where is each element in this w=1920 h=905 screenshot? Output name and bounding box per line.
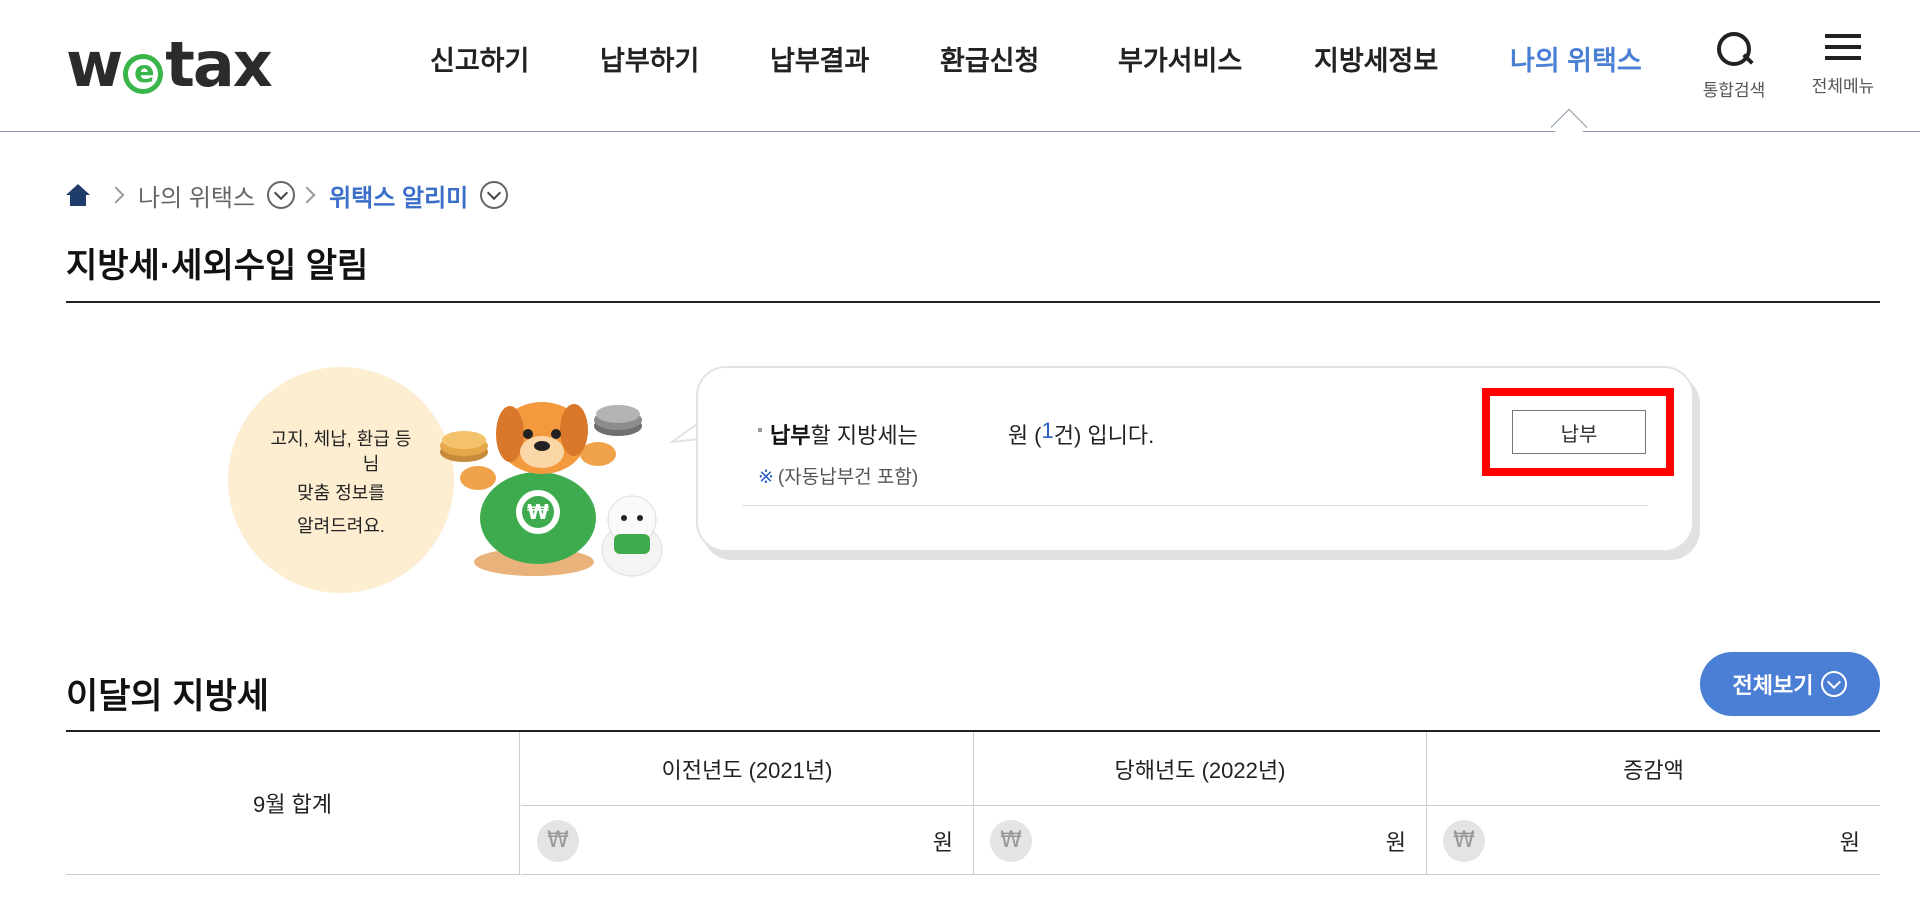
row-label: 9월 합계 bbox=[66, 732, 520, 875]
svg-text:₩: ₩ bbox=[527, 500, 549, 524]
home-icon[interactable] bbox=[66, 184, 90, 206]
info-bubble: 고지, 체납, 환급 등 님 맞춤 정보를 알려드려요. bbox=[228, 367, 454, 593]
table-cell: ₩ 원 bbox=[1427, 807, 1880, 875]
note-text: (자동납부건 포함) bbox=[777, 467, 919, 488]
auto-payment-note: ※ (자동납부건 포함) bbox=[758, 462, 918, 489]
chevron-right-icon bbox=[298, 186, 316, 204]
mascot-illustration: ₩ bbox=[440, 402, 663, 577]
bubble-line: 맞춤 정보를 bbox=[297, 483, 385, 503]
view-all-button[interactable]: 전체보기 bbox=[1700, 652, 1880, 716]
breadcrumb-label: 위택스 알리미 bbox=[329, 184, 469, 212]
page-title: 지방세·세외수입 알림 bbox=[66, 247, 369, 285]
nav-local-tax-info[interactable]: 지방세정보 bbox=[1314, 44, 1440, 78]
view-all-label: 전체보기 bbox=[1732, 673, 1814, 698]
payment-notice-line: 납부 할 지방세는 원 ( 1 건) 입니다. bbox=[758, 418, 1155, 450]
divider bbox=[66, 301, 1880, 303]
nav-refund[interactable]: 환급신청 bbox=[940, 44, 1048, 78]
chevron-down-icon bbox=[1821, 671, 1848, 697]
nav-payment[interactable]: 납부하기 bbox=[600, 44, 700, 78]
won-icon: ₩ bbox=[990, 819, 1032, 862]
nav-my-wetax[interactable]: 나의 위택스 bbox=[1510, 44, 1650, 78]
won-icon: ₩ bbox=[537, 819, 579, 862]
divider bbox=[742, 505, 1648, 506]
unit-label: 원 bbox=[1839, 829, 1860, 855]
notice-count: 1 bbox=[1041, 418, 1054, 443]
chevron-right-icon bbox=[107, 186, 125, 204]
site-header: w e tax 신고하기 납부하기 납부결과 환급신청 부가서비스 지방세정보 나의… bbox=[0, 0, 1920, 132]
notice-unit: 원 ( bbox=[1007, 423, 1042, 448]
column-header: 이전년도 (2021년) bbox=[521, 732, 974, 806]
pay-button[interactable]: 납부 bbox=[1512, 410, 1646, 454]
hamburger-icon bbox=[1825, 30, 1861, 64]
search-button[interactable]: 통합검색 bbox=[1696, 30, 1772, 101]
breadcrumb-label: 나의 위택스 bbox=[138, 184, 256, 212]
bubble-line: 알려드려요. bbox=[297, 516, 385, 536]
chevron-down-icon[interactable] bbox=[267, 181, 296, 209]
main-nav: 신고하기 납부하기 납부결과 환급신청 부가서비스 지방세정보 나의 위택스 bbox=[430, 44, 1720, 78]
search-label: 통합검색 bbox=[1702, 81, 1766, 100]
column-header: 증감액 bbox=[1427, 732, 1880, 806]
notice-tail: 건) 입니다. bbox=[1053, 423, 1155, 448]
amount-value bbox=[918, 418, 1008, 450]
won-icon: ₩ bbox=[1443, 819, 1485, 862]
unit-label: 원 bbox=[1385, 829, 1406, 855]
table-cell: ₩ 원 bbox=[974, 807, 1427, 875]
notice-bold-label: 납부 bbox=[770, 423, 811, 448]
bullet-dot bbox=[758, 428, 762, 432]
all-menu-button[interactable]: 전체메뉴 bbox=[1805, 30, 1881, 97]
breadcrumb: 나의 위택스 위택스 알리미 bbox=[66, 178, 509, 213]
chevron-down-icon[interactable] bbox=[480, 181, 509, 209]
breadcrumb-item-my-wetax[interactable]: 나의 위택스 bbox=[138, 178, 296, 213]
nav-extra-services[interactable]: 부가서비스 bbox=[1118, 44, 1244, 78]
nav-payment-result[interactable]: 납부결과 bbox=[770, 44, 870, 78]
section-title-monthly: 이달의 지방세 bbox=[66, 677, 269, 716]
search-icon bbox=[1715, 30, 1753, 68]
unit-label: 원 bbox=[932, 829, 953, 855]
nav-report[interactable]: 신고하기 bbox=[430, 44, 530, 78]
menu-label: 전체메뉴 bbox=[1811, 77, 1875, 96]
notice-text: 할 지방세는 bbox=[810, 423, 918, 448]
column-header: 당해년도 (2022년) bbox=[974, 732, 1427, 806]
table-cell: ₩ 원 bbox=[521, 807, 974, 875]
wetax-logo[interactable]: w e tax bbox=[66, 34, 273, 96]
breadcrumb-item-alarm[interactable]: 위택스 알리미 bbox=[329, 178, 509, 213]
note-mark: ※ bbox=[758, 467, 774, 488]
